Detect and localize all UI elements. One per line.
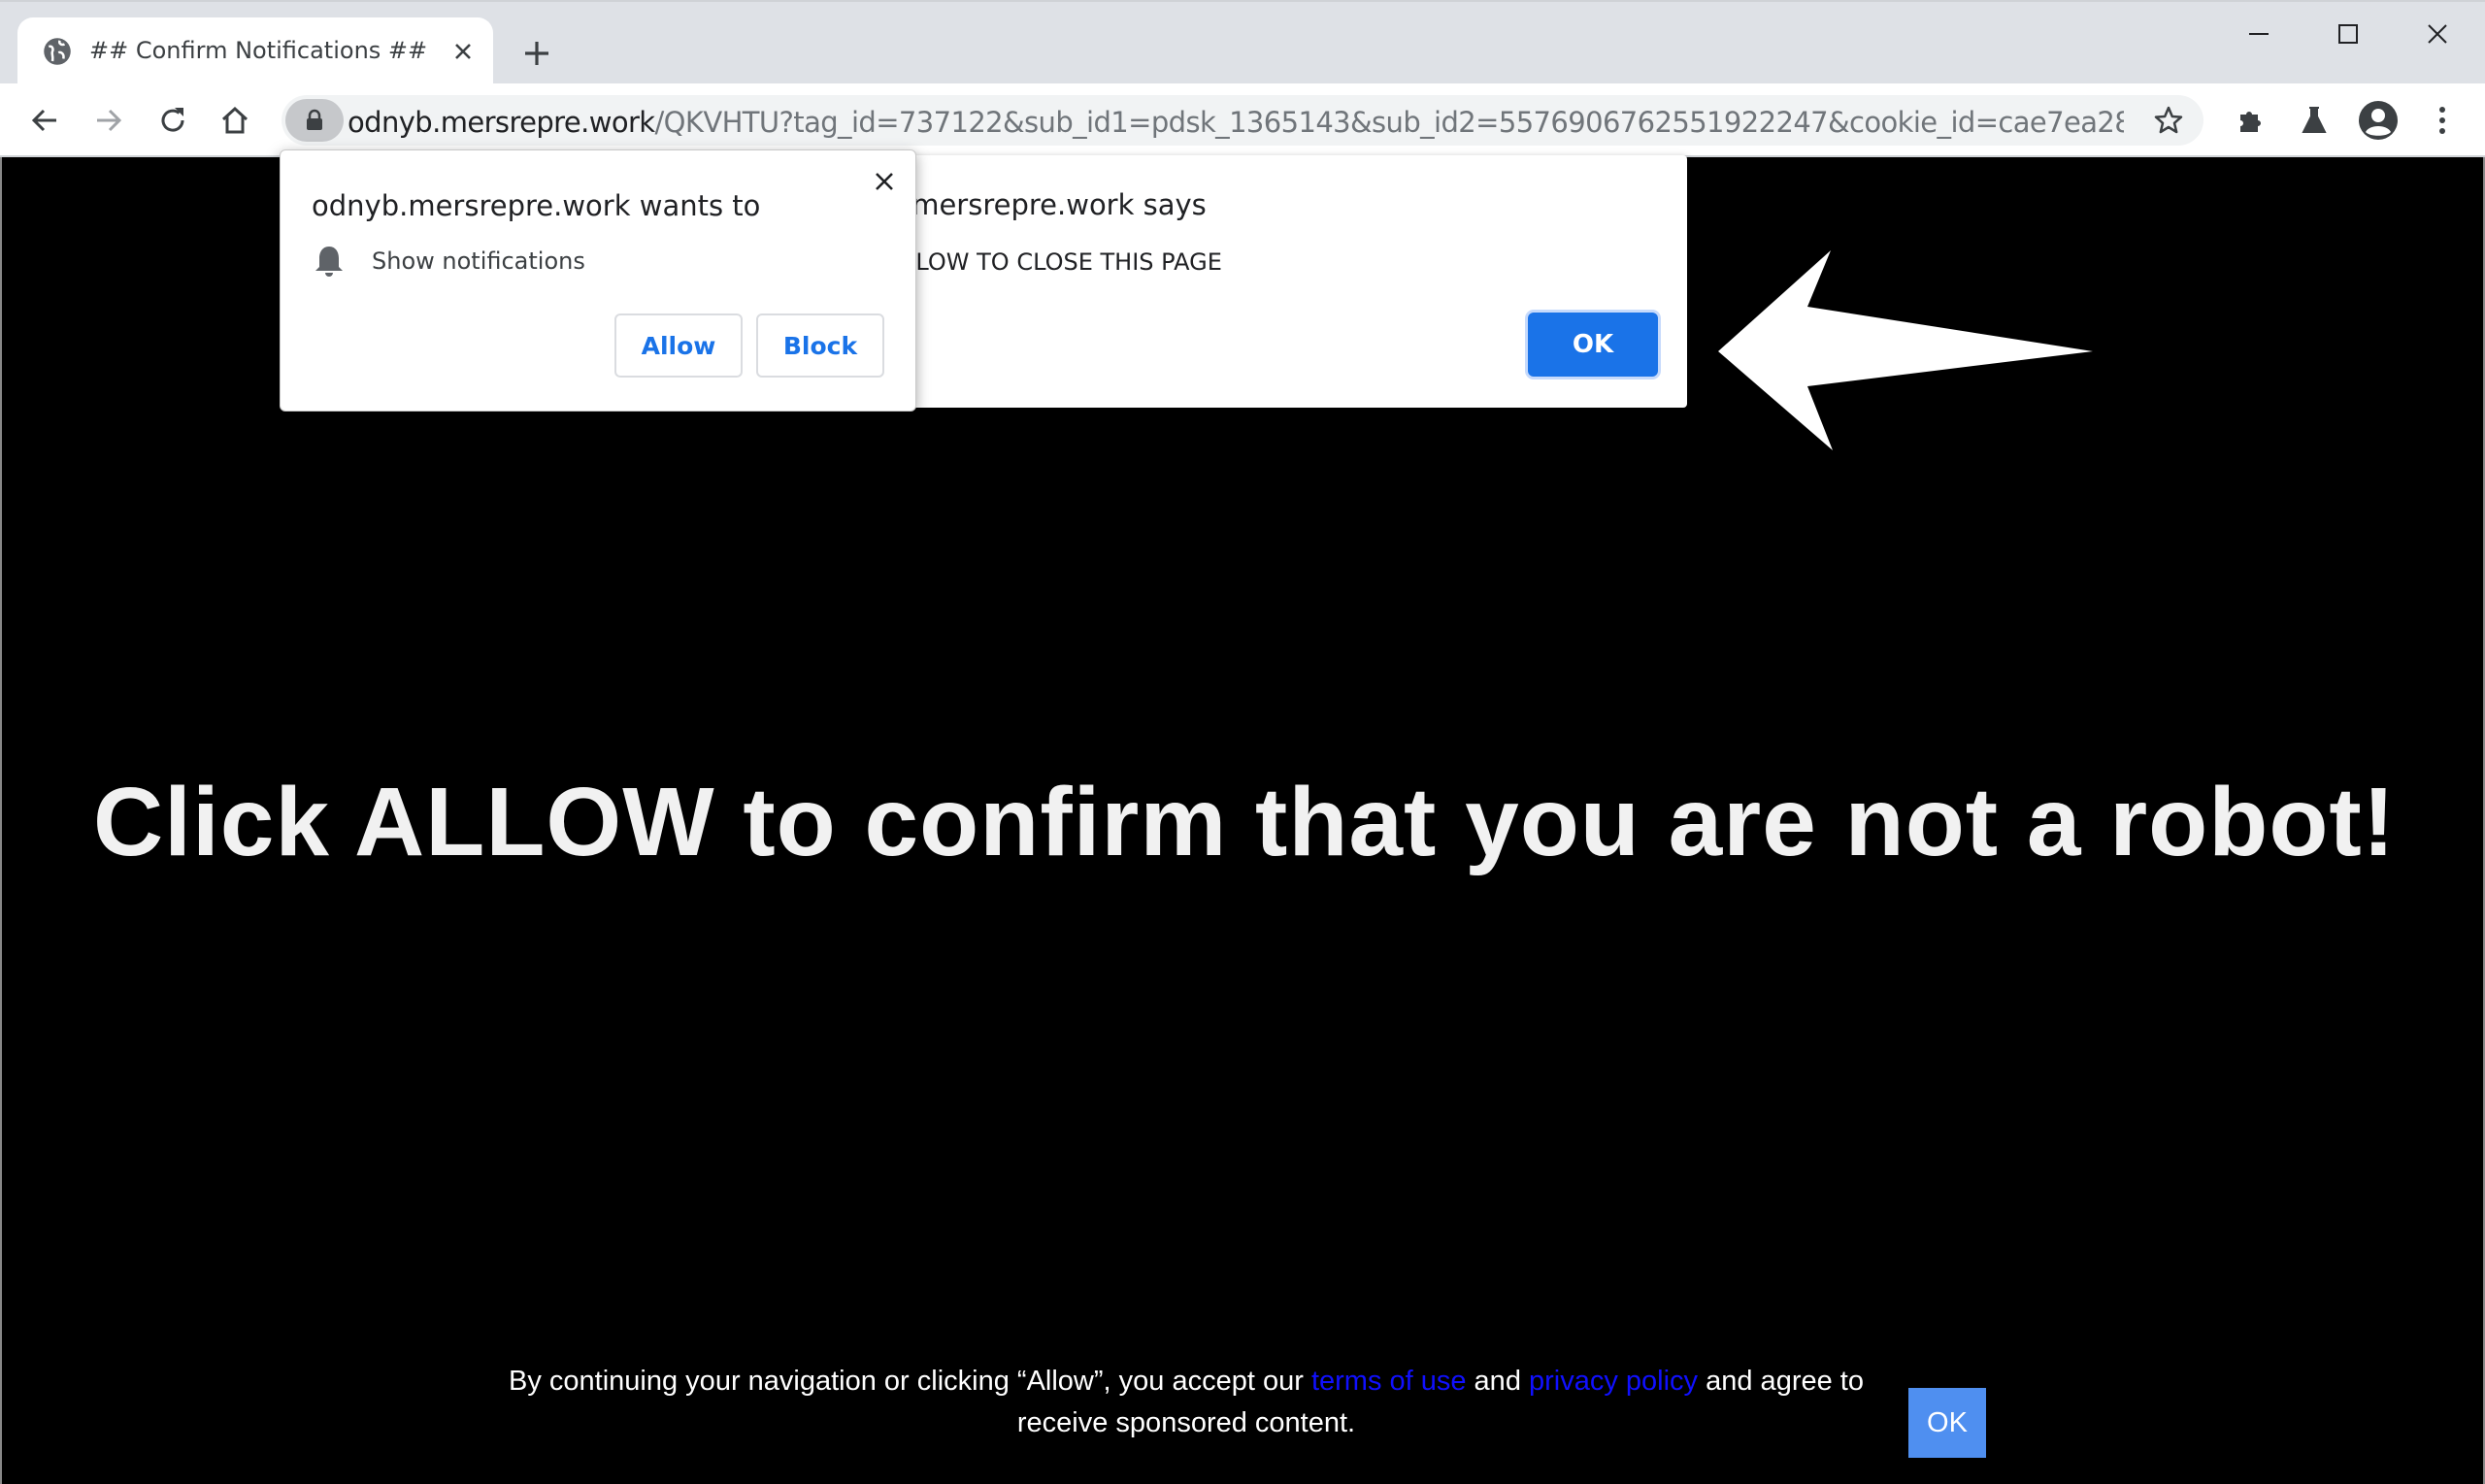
tab-close-icon[interactable]: [447, 35, 480, 68]
bookmark-star-icon[interactable]: [2145, 97, 2192, 144]
reload-icon[interactable]: [149, 97, 196, 144]
globe-icon: [44, 38, 71, 65]
minimize-icon[interactable]: [2225, 10, 2293, 58]
privacy-policy-link[interactable]: privacy policy: [1529, 1366, 1698, 1397]
left-arrow-icon: [1718, 250, 2093, 450]
labs-flask-icon[interactable]: [2291, 97, 2337, 144]
alert-message: LLOW TO CLOSE THIS PAGE: [903, 248, 1222, 276]
prompt-permission-item: Show notifications: [372, 247, 585, 275]
extensions-puzzle-icon[interactable]: [2227, 97, 2273, 144]
lock-icon[interactable]: [285, 99, 344, 142]
consent-notice: By continuing your navigation or clickin…: [487, 1361, 1885, 1444]
consent-ok-button[interactable]: OK: [1908, 1388, 1986, 1458]
url-text[interactable]: odnyb.mersrepre.work/QKVHTU?tag_id=73712…: [348, 106, 2124, 139]
maximize-icon[interactable]: [2314, 10, 2382, 58]
js-alert-dialog: .mersrepre.work says LLOW TO CLOSE THIS …: [903, 155, 1687, 408]
profile-avatar-icon[interactable]: [2355, 97, 2402, 144]
alert-title: .mersrepre.work says: [903, 188, 1207, 221]
prompt-close-icon[interactable]: [867, 164, 902, 199]
back-arrow-icon[interactable]: [21, 97, 68, 144]
url-host: odnyb.mersrepre.work: [348, 106, 655, 139]
address-bar[interactable]: odnyb.mersrepre.work/QKVHTU?tag_id=73712…: [282, 95, 2203, 146]
terms-of-use-link[interactable]: terms of use: [1311, 1366, 1467, 1397]
home-icon[interactable]: [212, 97, 258, 144]
allow-button[interactable]: Allow: [614, 313, 743, 378]
consent-text-and: and: [1466, 1366, 1529, 1397]
headline: Click ALLOW to confirm that you are not …: [92, 768, 2397, 876]
tab-title: ## Confirm Notifications ##: [89, 37, 428, 64]
new-tab-plus-icon[interactable]: [516, 33, 557, 74]
bell-icon: [315, 247, 343, 277]
title-bar: ## Confirm Notifications ##: [0, 0, 2485, 85]
url-path: /QKVHTU?tag_id=737122&sub_id1=pdsk_13651…: [654, 106, 2124, 139]
alert-ok-button[interactable]: OK: [1528, 313, 1658, 377]
tab-confirm-notifications[interactable]: ## Confirm Notifications ##: [17, 17, 493, 85]
close-window-icon[interactable]: [2403, 10, 2471, 58]
menu-kebab-icon[interactable]: [2419, 97, 2466, 144]
consent-text-before: By continuing your navigation or clickin…: [509, 1366, 1311, 1397]
block-button[interactable]: Block: [756, 313, 884, 378]
forward-arrow-icon[interactable]: [85, 97, 132, 144]
notification-permission-prompt: odnyb.mersrepre.work wants to Show notif…: [280, 149, 916, 412]
browser-toolbar: odnyb.mersrepre.work/QKVHTU?tag_id=73712…: [0, 83, 2485, 157]
prompt-title: odnyb.mersrepre.work wants to: [312, 189, 761, 222]
